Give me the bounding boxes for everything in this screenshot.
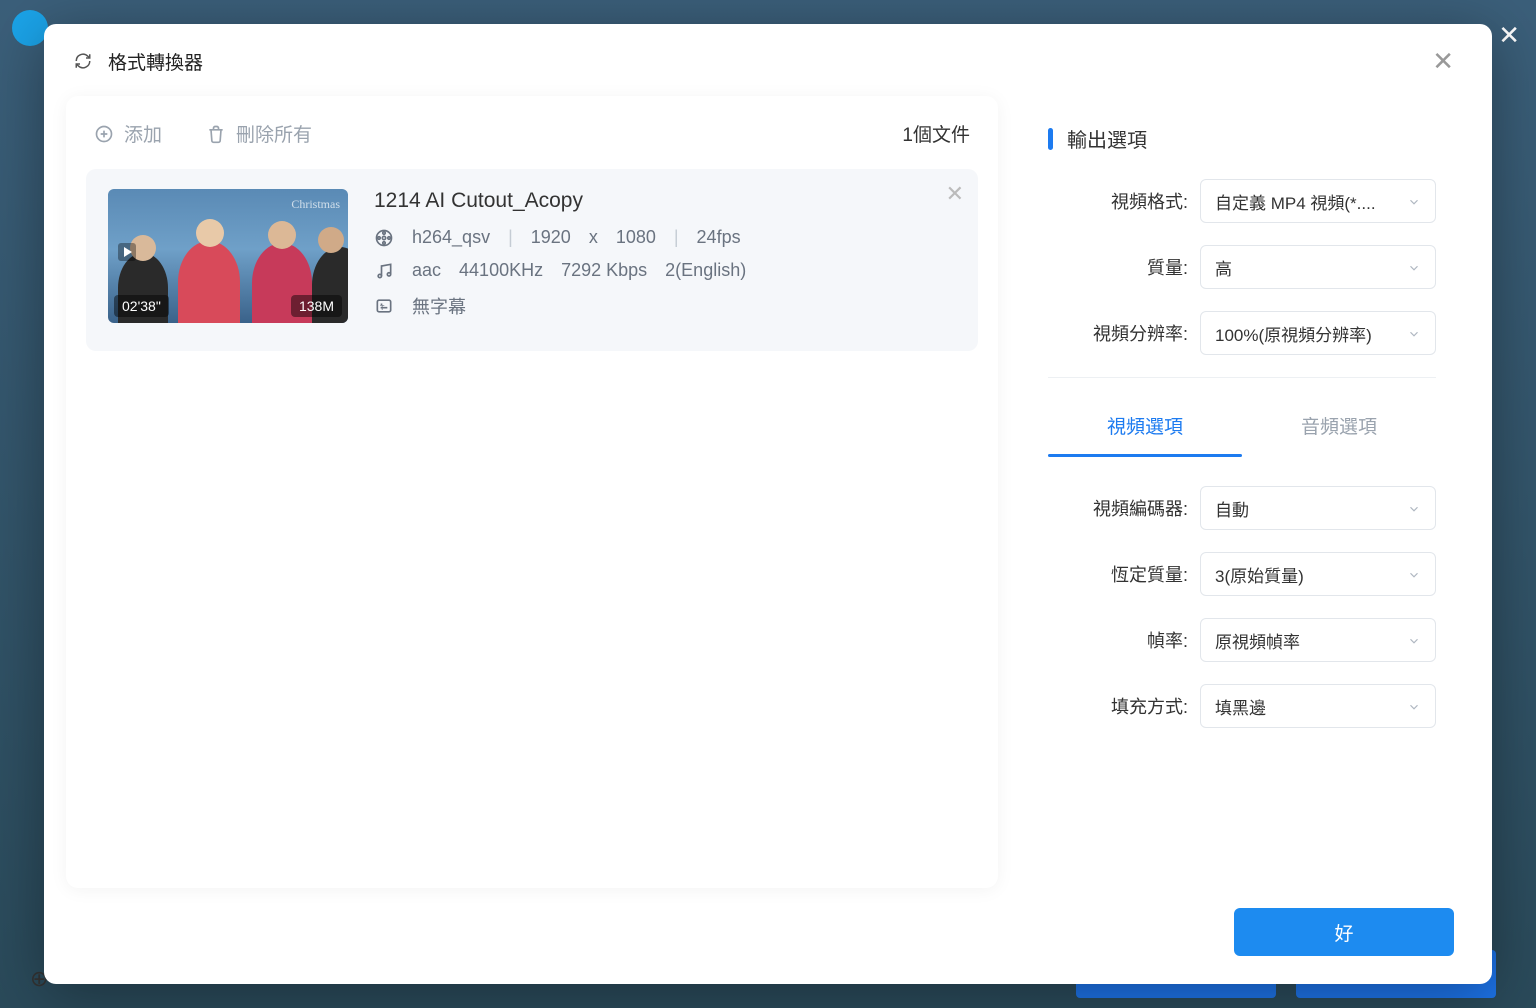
- delete-all-button[interactable]: 刪除所有: [206, 120, 312, 147]
- remove-file-button[interactable]: ✕: [946, 181, 964, 207]
- modal-close-button[interactable]: ✕: [1424, 44, 1462, 78]
- fps-value: 原視頻幀率: [1215, 628, 1300, 653]
- subtitle: 無字幕: [412, 293, 466, 319]
- file-list-pane: 添加 刪除所有 1個文件 ✕ 02'38" 138M 1214 AI Cutou…: [66, 96, 998, 888]
- chevron-down-icon: [1407, 194, 1421, 208]
- music-icon: [374, 261, 394, 281]
- video-format-label: 視頻格式:: [1048, 188, 1200, 214]
- file-name: 1214 AI Cutout_Acopy: [374, 189, 956, 213]
- res-h: 1080: [616, 227, 656, 248]
- file-item[interactable]: ✕ 02'38" 138M 1214 AI Cutout_Acopy h264_…: [86, 169, 978, 351]
- resolution-select[interactable]: 100%(原視頻分辨率): [1200, 311, 1436, 355]
- filesize-badge: 138M: [291, 295, 342, 317]
- delete-all-label: 刪除所有: [236, 120, 312, 147]
- crf-label: 恆定質量:: [1048, 561, 1200, 587]
- add-label: 添加: [124, 120, 162, 147]
- video-thumbnail[interactable]: 02'38" 138M: [108, 189, 348, 323]
- chevron-down-icon: [1407, 260, 1421, 274]
- tab-video-options[interactable]: 視頻選項: [1048, 402, 1242, 455]
- audio-track: 2(English): [665, 260, 746, 281]
- ok-button[interactable]: 好: [1234, 908, 1454, 956]
- resolution-value: 100%(原視頻分辨率): [1215, 321, 1372, 346]
- chevron-down-icon: [1407, 633, 1421, 647]
- svg-text:T: T: [380, 303, 385, 312]
- modal-header: 格式轉換器 ✕: [44, 24, 1492, 96]
- play-icon[interactable]: [118, 243, 136, 261]
- fps-label: 幀率:: [1048, 627, 1200, 653]
- audio-codec: aac: [412, 260, 441, 281]
- encoder-select[interactable]: 自動: [1200, 486, 1436, 530]
- duration-badge: 02'38": [114, 295, 169, 317]
- format-converter-modal: 格式轉換器 ✕ 添加 刪除所有 1個文件 ✕ 02': [44, 24, 1492, 984]
- video-format-select[interactable]: 自定義 MP4 視頻(*....: [1200, 179, 1436, 223]
- quality-label: 質量:: [1048, 254, 1200, 280]
- pad-select[interactable]: 填黑邊: [1200, 684, 1436, 728]
- video-codec: h264_qsv: [412, 227, 490, 248]
- modal-title: 格式轉換器: [108, 48, 203, 75]
- output-section-title: 輸出選項: [1048, 124, 1436, 153]
- crf-select[interactable]: 3(原始質量): [1200, 552, 1436, 596]
- fps: 24fps: [697, 227, 741, 248]
- fps-select[interactable]: 原視頻幀率: [1200, 618, 1436, 662]
- pad-label: 填充方式:: [1048, 693, 1200, 719]
- convert-icon: [74, 52, 92, 70]
- chevron-down-icon: [1407, 699, 1421, 713]
- crf-value: 3(原始質量): [1215, 562, 1304, 587]
- app-close-icon[interactable]: ✕: [1498, 20, 1520, 51]
- modal-footer: 好: [44, 888, 1492, 984]
- pad-value: 填黑邊: [1215, 694, 1266, 719]
- res-w: 1920: [531, 227, 571, 248]
- film-icon: [374, 228, 394, 248]
- res-x: x: [589, 227, 598, 248]
- file-count: 1個文件: [902, 120, 970, 147]
- video-format-value: 自定義 MP4 視頻(*....: [1215, 189, 1376, 214]
- add-file-button[interactable]: 添加: [94, 120, 162, 147]
- chevron-down-icon: [1407, 501, 1421, 515]
- file-info: 1214 AI Cutout_Acopy h264_qsv | 1920 x 1…: [374, 189, 956, 331]
- chevron-down-icon: [1407, 567, 1421, 581]
- quality-value: 高: [1215, 255, 1232, 280]
- encoder-value: 自動: [1215, 496, 1249, 521]
- quality-select[interactable]: 高: [1200, 245, 1436, 289]
- divider: [1048, 377, 1436, 378]
- sample-rate: 44100KHz: [459, 260, 543, 281]
- tab-audio-options[interactable]: 音頻選項: [1242, 402, 1436, 455]
- encoder-label: 視頻編碼器:: [1048, 495, 1200, 521]
- resolution-label: 視頻分辨率:: [1048, 320, 1200, 346]
- bitrate: 7292 Kbps: [561, 260, 647, 281]
- output-options-pane: 輸出選項 視頻格式: 自定義 MP4 視頻(*.... 質量: 高 視頻分辨率:…: [1004, 96, 1470, 888]
- chevron-down-icon: [1407, 326, 1421, 340]
- subtitle-icon: T: [374, 296, 394, 316]
- option-tabs: 視頻選項 音頻選項: [1048, 402, 1436, 456]
